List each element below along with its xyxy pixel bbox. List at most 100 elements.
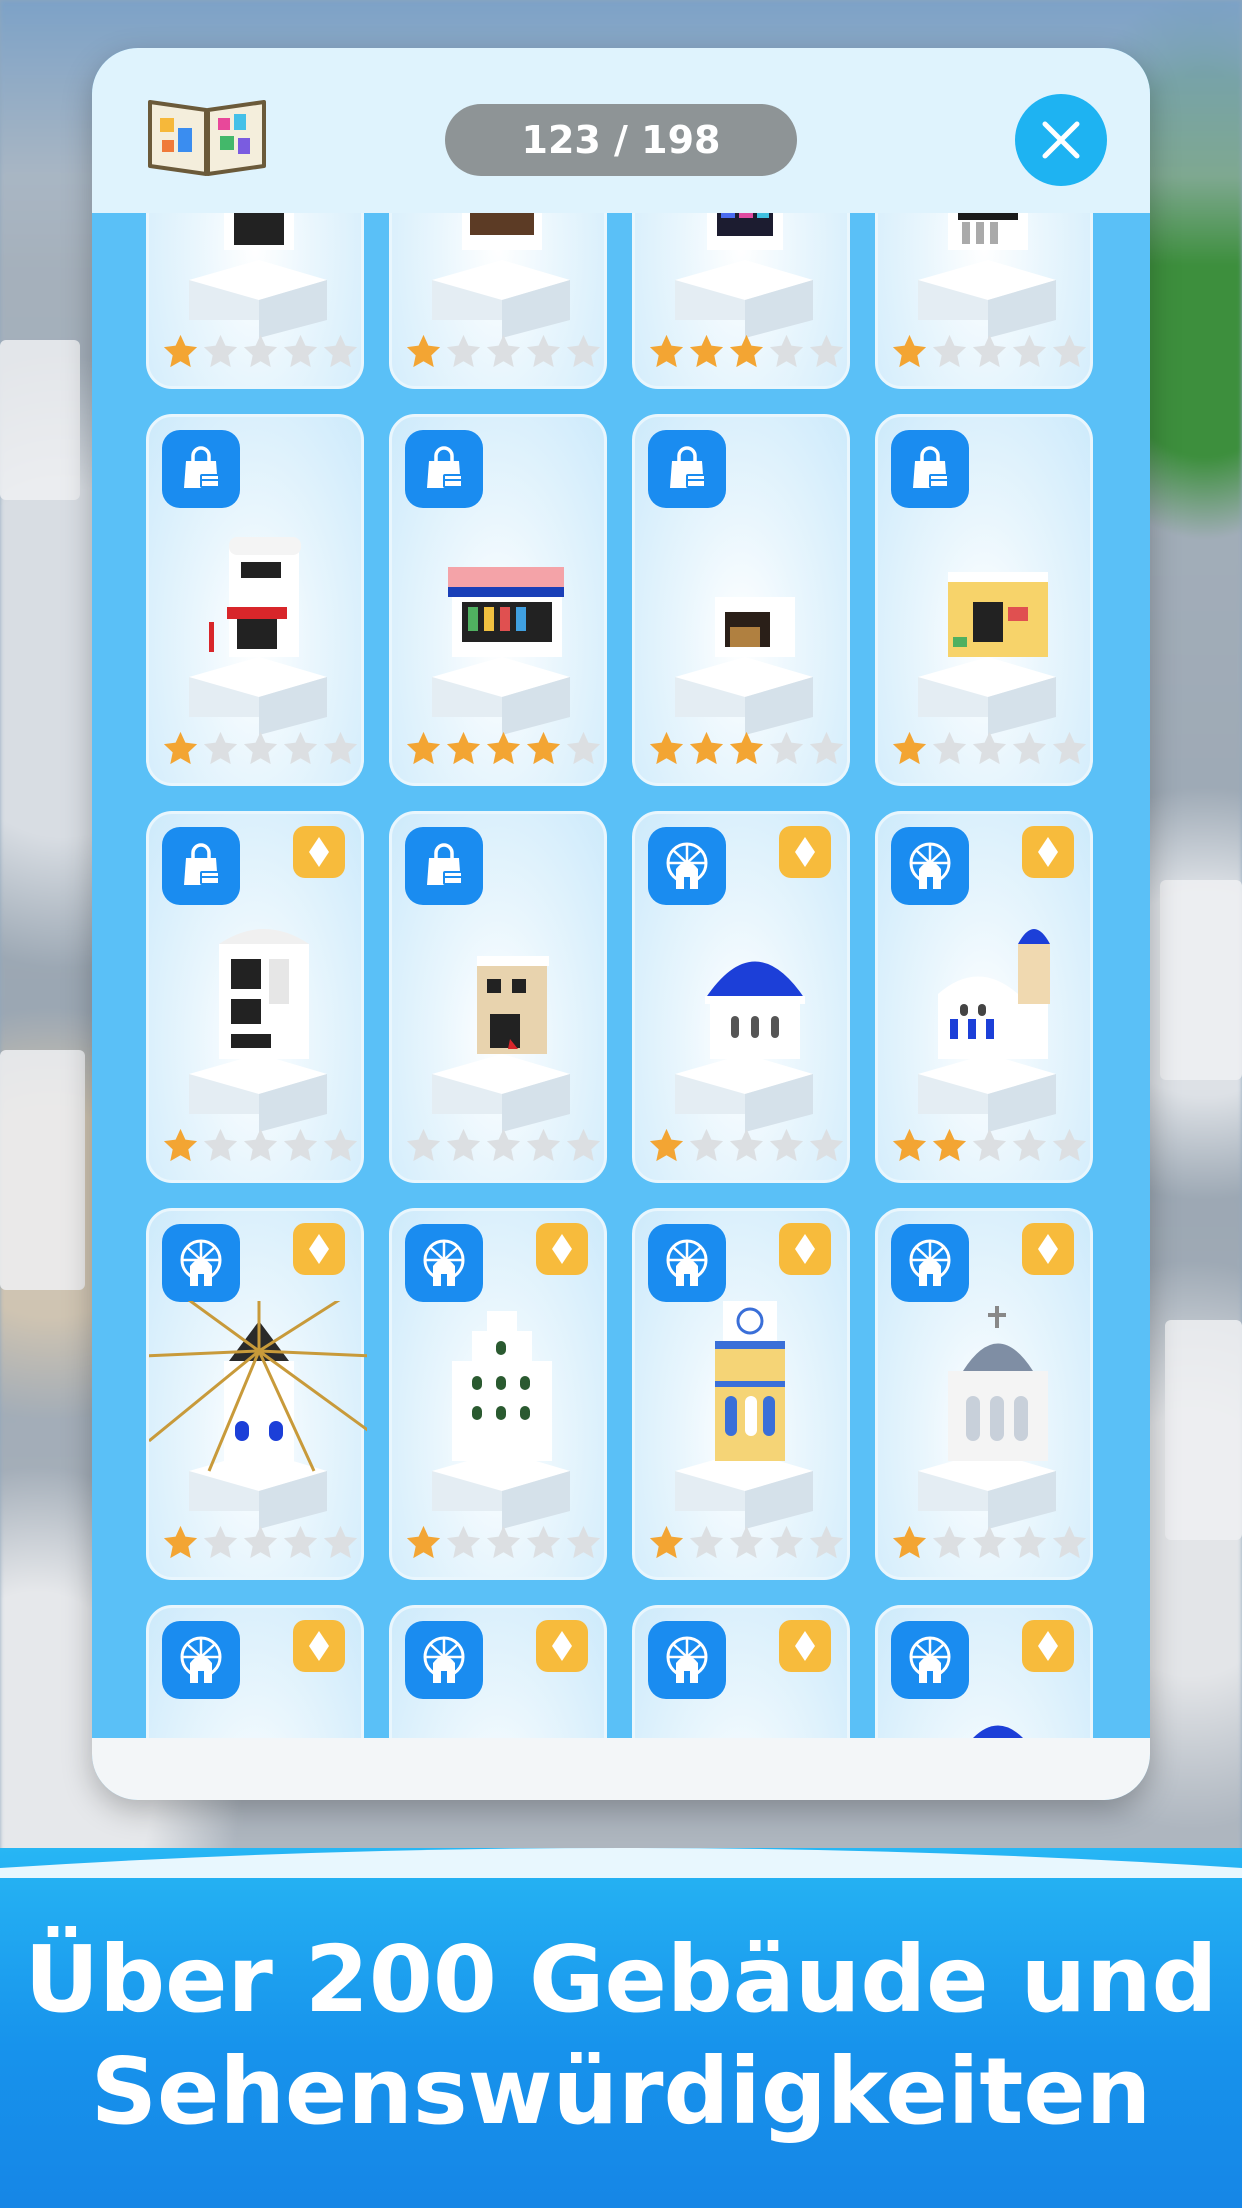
star-icon [769,1128,804,1162]
building-card[interactable] [632,213,850,389]
building-model-clock-tower [675,1301,813,1529]
shop-category-icon [891,430,969,508]
building-card[interactable] [389,213,607,389]
building-card[interactable] [875,213,1093,389]
premium-diamond-icon [779,1223,831,1275]
star-icon [566,731,601,765]
star-icon [566,1525,601,1559]
landmark-category-icon [162,1224,240,1302]
building-card[interactable] [146,213,364,389]
building-card[interactable] [632,414,850,786]
background-building [0,1050,85,1290]
star-rating [647,332,846,372]
star-icon [1012,1128,1047,1162]
star-icon [243,1525,278,1559]
star-icon [729,1525,764,1559]
building-card[interactable] [389,414,607,786]
shop-category-icon [162,827,240,905]
star-icon [406,1525,441,1559]
star-icon [406,731,441,765]
star-icon [892,334,927,368]
building-card[interactable] [875,811,1093,1183]
star-icon [203,731,238,765]
shop-category-icon [405,827,483,905]
building-model-shop-black-front [918,213,1056,338]
building-card[interactable] [875,1208,1093,1580]
star-rating [647,729,846,769]
star-icon [809,1525,844,1559]
star-icon [243,334,278,368]
star-rating [647,1126,846,1166]
building-grid[interactable] [146,213,1106,1793]
building-model-bell-wall [432,1311,570,1529]
panel-footer [92,1738,1150,1800]
star-rating [404,729,603,769]
premium-diamond-icon [536,1620,588,1672]
building-card[interactable] [632,811,850,1183]
collection-book-icon[interactable] [146,88,268,178]
star-rating [404,1523,603,1563]
star-icon [809,1128,844,1162]
star-icon [649,1128,684,1162]
star-icon [163,1525,198,1559]
collection-counter: 123 / 198 [445,104,797,176]
background-building [1160,880,1242,1080]
star-icon [203,334,238,368]
panel-header: 123 / 198 [92,48,1150,213]
star-rating [647,1523,846,1563]
star-rating [161,729,360,769]
shop-category-icon [648,430,726,508]
premium-diamond-icon [1022,826,1074,878]
star-icon [689,1525,724,1559]
close-icon [1042,121,1080,159]
building-card[interactable] [146,1208,367,1580]
premium-diamond-icon [536,1223,588,1275]
background-building [1165,1320,1242,1540]
star-icon [809,731,844,765]
star-icon [649,334,684,368]
star-icon [323,1525,358,1559]
building-model-market-stall [432,213,570,338]
star-icon [486,334,521,368]
headline-line-2: Sehenswürdigkeiten [90,2038,1152,2145]
promo-headline: Über 200 Gebäude und Sehenswürdigkeiten [0,1924,1242,2148]
building-card[interactable] [389,1208,607,1580]
star-icon [1012,731,1047,765]
building-card[interactable] [389,811,607,1183]
landmark-category-icon [891,1621,969,1699]
star-icon [972,731,1007,765]
promo-banner: Über 200 Gebäude und Sehenswürdigkeiten [0,1848,1242,2208]
star-icon [283,731,318,765]
star-icon [769,1525,804,1559]
building-model-white-house-red-awning [189,537,327,735]
close-button[interactable] [1015,94,1107,186]
star-icon [892,1525,927,1559]
star-icon [972,1128,1007,1162]
building-model-white-house-awning [189,213,327,338]
star-icon [526,731,561,765]
star-rating [890,332,1089,372]
star-icon [446,731,481,765]
star-icon [769,334,804,368]
star-icon [566,1128,601,1162]
landmark-category-icon [648,1621,726,1699]
building-model-pink-roof-store [432,567,570,735]
banner-wave [0,1848,1242,1878]
star-icon [446,1525,481,1559]
building-model-white-villa [189,929,327,1132]
building-card[interactable] [146,811,364,1183]
premium-diamond-icon [1022,1620,1074,1672]
building-model-small-white-cube [675,597,813,735]
landmark-category-icon [405,1621,483,1699]
star-icon [1012,334,1047,368]
star-rating [404,332,603,372]
building-card[interactable] [875,414,1093,786]
star-icon [283,1128,318,1162]
star-icon [163,334,198,368]
building-card[interactable] [146,414,364,786]
star-icon [526,1525,561,1559]
star-icon [203,1128,238,1162]
star-icon [566,334,601,368]
building-card[interactable] [632,1208,850,1580]
shop-category-icon [405,430,483,508]
